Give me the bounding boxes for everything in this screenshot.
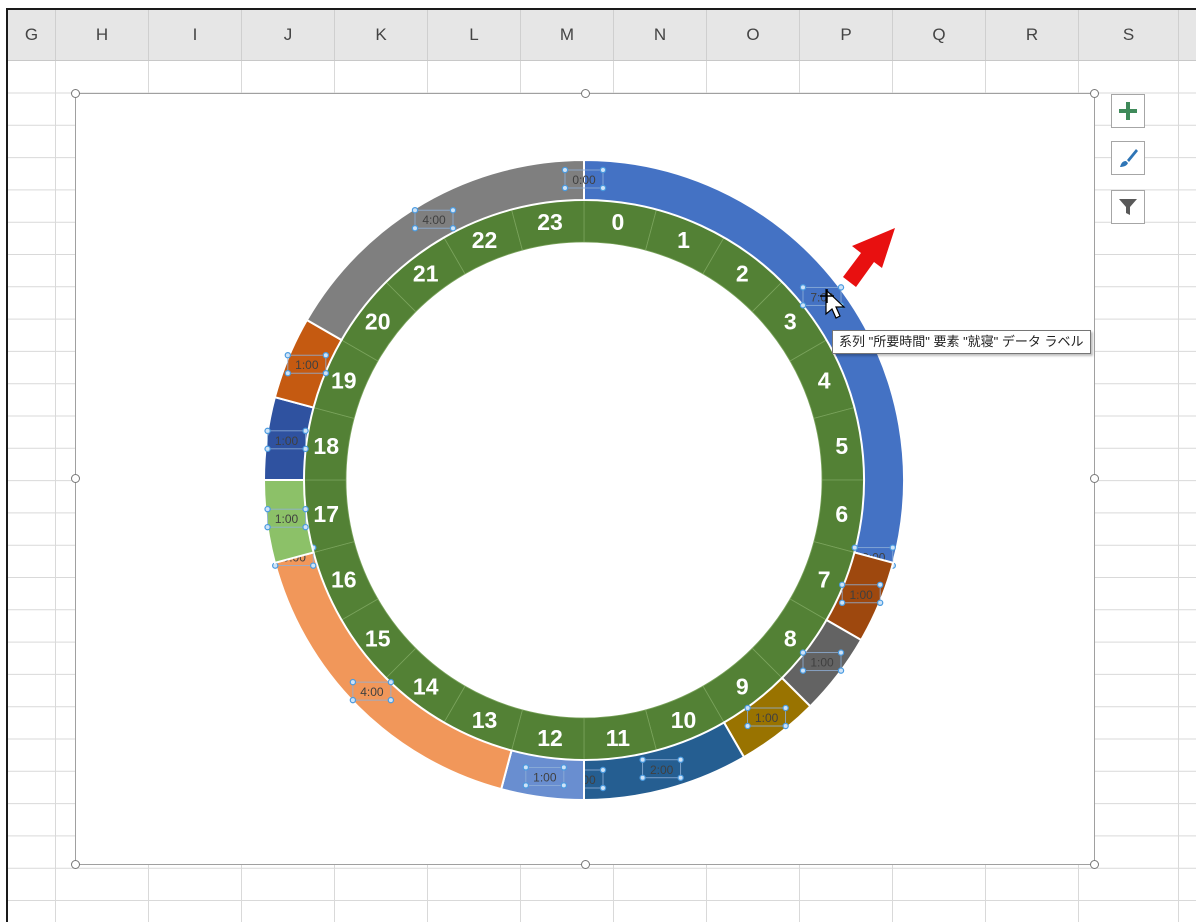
hour-label: 20 (365, 309, 391, 335)
label-handle[interactable] (677, 774, 684, 781)
label-handle[interactable] (837, 284, 845, 291)
label-handle[interactable] (837, 667, 845, 674)
label-handle[interactable] (799, 649, 807, 656)
label-handle[interactable] (322, 351, 330, 359)
hour-label: 0 (612, 209, 625, 235)
label-handle[interactable] (302, 445, 309, 453)
hour-label: 8 (784, 625, 797, 651)
label-handle[interactable] (302, 505, 309, 513)
label-handle[interactable] (411, 206, 419, 214)
label-handle[interactable] (302, 427, 309, 435)
label-handle[interactable] (799, 302, 807, 309)
tooltip: 系列 "所要時間" 要素 "就寝" データ ラベル (832, 330, 1091, 354)
label-handle[interactable] (411, 224, 419, 232)
hour-label: 10 (671, 707, 697, 733)
duration-label[interactable]: 1:00 (533, 770, 557, 784)
label-handle[interactable] (876, 581, 884, 589)
label-handle[interactable] (387, 678, 395, 686)
label-handle[interactable] (264, 523, 271, 531)
hour-label: 2 (736, 261, 749, 287)
duration-label[interactable]: 1:00 (295, 358, 319, 372)
label-handle[interactable] (560, 764, 568, 771)
label-handle[interactable] (449, 224, 457, 232)
label-handle[interactable] (310, 562, 317, 569)
hour-label: 16 (331, 566, 357, 592)
label-handle[interactable] (322, 369, 330, 377)
label-handle[interactable] (599, 766, 607, 774)
filter-icon (1119, 199, 1137, 215)
hour-label: 9 (736, 673, 749, 699)
label-handle[interactable] (851, 544, 858, 551)
label-handle[interactable] (449, 206, 457, 214)
label-handle[interactable] (799, 284, 807, 291)
label-handle[interactable] (272, 562, 279, 569)
label-handle[interactable] (349, 696, 357, 704)
hour-label: 23 (537, 209, 563, 235)
label-handle[interactable] (349, 678, 357, 686)
label-handle[interactable] (599, 166, 607, 174)
hour-label: 5 (835, 433, 848, 459)
label-handle[interactable] (639, 756, 646, 763)
label-handle[interactable] (876, 599, 884, 607)
label-handle[interactable] (264, 505, 271, 513)
label-handle[interactable] (838, 581, 846, 589)
label-handle[interactable] (782, 704, 789, 712)
hour-label: 3 (784, 309, 797, 335)
hour-label: 14 (413, 673, 439, 699)
hour-label: 22 (472, 227, 498, 253)
hour-label: 12 (537, 725, 563, 751)
hour-label: 11 (606, 725, 631, 751)
plus-icon (1119, 102, 1137, 120)
label-handle[interactable] (677, 756, 684, 763)
label-handle[interactable] (522, 764, 530, 771)
duration-label[interactable]: 1:00 (849, 588, 873, 602)
chart-filters-button[interactable] (1111, 190, 1145, 224)
label-handle[interactable] (264, 427, 271, 435)
duration-label[interactable]: 0:00 (572, 173, 596, 187)
duration-label[interactable]: 4:00 (360, 685, 384, 699)
label-handle[interactable] (522, 782, 530, 789)
label-handle[interactable] (561, 184, 569, 192)
label-handle[interactable] (889, 544, 896, 551)
red-arrow-icon (843, 228, 895, 287)
duration-label[interactable]: 1:00 (810, 656, 834, 670)
label-handle[interactable] (599, 784, 607, 792)
hour-label: 1 (677, 227, 690, 253)
hour-label: 19 (331, 368, 357, 394)
label-handle[interactable] (639, 774, 646, 781)
label-handle[interactable] (560, 782, 568, 789)
duration-label[interactable]: 1:00 (275, 512, 299, 526)
hour-label: 6 (835, 501, 848, 527)
label-handle[interactable] (838, 599, 846, 607)
chart-styles-button[interactable] (1111, 141, 1145, 175)
hour-label: 21 (413, 261, 439, 287)
brush-icon (1120, 149, 1138, 167)
duration-label[interactable]: 4:00 (422, 213, 446, 227)
label-handle[interactable] (387, 696, 395, 704)
hour-label: 4 (818, 368, 831, 394)
duration-label[interactable]: 1:00 (275, 434, 299, 448)
label-handle[interactable] (744, 722, 751, 730)
duration-label[interactable]: 2:00 (650, 763, 674, 777)
hour-label: 15 (365, 625, 391, 651)
doughnut-chart[interactable]: 012345678910111213141516171819202122237:… (0, 0, 1196, 922)
label-handle[interactable] (264, 445, 271, 453)
hour-label: 17 (313, 501, 339, 527)
hour-label: 18 (313, 433, 339, 459)
label-handle[interactable] (744, 704, 751, 712)
label-handle[interactable] (284, 351, 292, 359)
label-handle[interactable] (561, 166, 569, 174)
label-handle[interactable] (599, 184, 607, 192)
label-handle[interactable] (284, 369, 292, 377)
hour-label: 13 (472, 707, 498, 733)
hour-label: 7 (818, 566, 831, 592)
label-handle[interactable] (799, 667, 807, 674)
duration-label[interactable]: 1:00 (755, 711, 779, 725)
label-handle[interactable] (782, 722, 789, 730)
label-handle[interactable] (837, 649, 845, 656)
label-handle[interactable] (302, 523, 309, 531)
chart-elements-button[interactable] (1111, 94, 1145, 128)
